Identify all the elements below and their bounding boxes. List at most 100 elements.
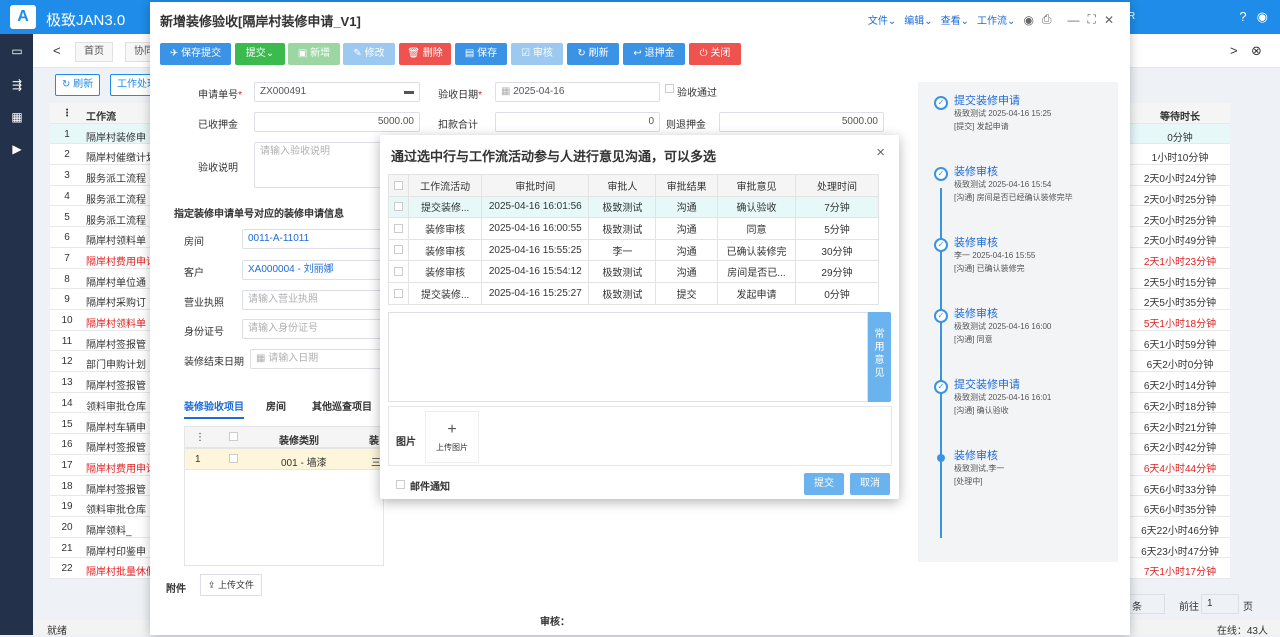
user-avatar-icon[interactable]: ◉ [1257, 9, 1268, 25]
table-row[interactable]: 21 隔岸村印鉴申 [50, 538, 160, 559]
table-row[interactable]: 17 隔岸村费用申请 [50, 455, 160, 476]
folder-icon[interactable]: ▬ [404, 83, 414, 101]
table-row[interactable]: 16 隔岸村签报管 [50, 434, 160, 455]
upload-file-button[interactable]: ⇪ 上传文件 [200, 574, 263, 596]
list-refresh-button[interactable]: ↻ 刷新 [55, 74, 101, 96]
tab-scroll-left-icon[interactable]: < [53, 43, 61, 58]
dialog-submit-button[interactable]: 提交 [804, 473, 844, 495]
table-row[interactable]: 4 服务派工流程 [50, 186, 160, 207]
table-row[interactable]: 18 隔岸村签报管 [50, 476, 160, 497]
row-checkbox[interactable] [394, 223, 404, 233]
table-row[interactable]: 19 领料审批仓库 [50, 496, 160, 517]
menu-workflow[interactable]: 工作流⌄ [977, 12, 1015, 27]
remark-textarea[interactable]: 请输入验收说明 [254, 142, 384, 188]
help-icon[interactable]: ? [1239, 9, 1246, 25]
approve-button[interactable]: ☑ 审核 [511, 43, 563, 65]
close-icon[interactable]: ✕ [1104, 13, 1114, 27]
table-row[interactable]: 14 领料审批仓库 [50, 393, 160, 414]
mail-checkbox[interactable] [396, 480, 405, 489]
delete-button[interactable]: 🗑 删除 [399, 43, 451, 65]
select-all-checkbox[interactable] [229, 432, 238, 441]
page-input[interactable]: 1 [1201, 594, 1239, 614]
edit-button[interactable]: ✎ 修改 [343, 43, 395, 65]
refund-field[interactable]: 5000.00 [719, 112, 884, 132]
deposit-field[interactable]: 5000.00 [254, 112, 420, 132]
eye-icon[interactable]: ◉ [1023, 13, 1033, 27]
table-row[interactable]: 20 隔岸领料_ [50, 517, 160, 538]
table-row[interactable]: 6 隔岸村领料单 [50, 227, 160, 248]
menu-edit[interactable]: 编辑⌄ [904, 12, 932, 27]
room-field[interactable]: 0011-A-11011 [242, 229, 382, 249]
tab-other-items[interactable]: 其他巡查项目 [312, 398, 372, 413]
row-no: 12 [61, 356, 73, 368]
table-row[interactable]: 9 隔岸村采购订 [50, 289, 160, 310]
tab-room[interactable]: 房间 [266, 398, 286, 413]
row-select-cell[interactable] [387, 195, 410, 219]
table-row[interactable]: 装修审核 2025-04-16 15:54:12 极致测试 沟通 房间是否已... 29分… [387, 260, 880, 283]
row-checkbox[interactable] [394, 245, 404, 255]
minimize-icon[interactable]: — [1068, 13, 1080, 27]
opinion-textarea[interactable] [388, 312, 868, 402]
row-checkbox[interactable] [394, 267, 404, 277]
row-select-cell[interactable] [387, 217, 410, 240]
table-row[interactable]: 11 隔岸村签报管 [50, 331, 160, 352]
dialog-close-icon[interactable]: × [876, 144, 885, 161]
flow-icon[interactable]: ⇶ [10, 78, 24, 92]
refund-deposit-button[interactable]: ↩ 退押金 [623, 43, 685, 65]
refresh-button[interactable]: ↻ 刷新 [567, 43, 619, 65]
grid-menu-icon[interactable]: ⋮ [195, 432, 205, 443]
table-row[interactable]: 13 隔岸村签报管 [50, 372, 160, 393]
table-row[interactable]: 5 服务派工流程 [50, 207, 160, 228]
upload-image-button[interactable]: + 上传图片 [425, 411, 479, 463]
tab-check-items[interactable]: 装修验收项目 [184, 398, 244, 419]
close-all-tabs-icon[interactable]: ⊗ [1251, 43, 1262, 59]
table-row[interactable]: 7 隔岸村费用申请 [50, 248, 160, 269]
dialog-cancel-button[interactable]: 取消 [850, 473, 890, 495]
select-all-cell[interactable] [387, 174, 410, 197]
select-all-checkbox[interactable] [394, 180, 404, 190]
submit-dropdown-button[interactable]: 提交⌄ [235, 43, 285, 65]
table-row[interactable]: 22 隔岸村批量休假 [50, 558, 160, 580]
play-icon[interactable]: ▶ [10, 142, 24, 156]
table-row[interactable]: 10 隔岸村领料单 [50, 310, 160, 331]
tab-scroll-right-icon[interactable]: > [1230, 43, 1238, 58]
table-row[interactable]: 3 服务派工流程 [50, 165, 160, 186]
table-row[interactable]: 15 隔岸村车辆申 [50, 414, 160, 435]
row-checkbox[interactable] [394, 288, 404, 298]
apply-no-field[interactable]: ZX000491 ▬ [254, 82, 420, 102]
menu-view[interactable]: 查看⌄ [941, 12, 969, 27]
calendar-icon[interactable]: ▦ [10, 110, 24, 124]
add-button[interactable]: ▣ 新增 [288, 43, 340, 65]
table-row[interactable]: 1 隔岸村装修申 [50, 123, 160, 145]
enddate-field[interactable]: ▦ 请输入日期 [250, 349, 382, 369]
table-row[interactable]: 8 隔岸村单位通 [50, 269, 160, 290]
deduct-field[interactable]: 0 [495, 112, 660, 132]
table-row[interactable]: 2 隔岸村催缴计划 [50, 144, 160, 166]
save-submit-button[interactable]: ✈ 保存提交 [160, 43, 231, 65]
page-size-select[interactable]: 条 [1127, 594, 1165, 614]
table-row[interactable]: 12 部门申购计划 [50, 351, 160, 373]
row-select-cell[interactable] [387, 260, 410, 283]
print-icon[interactable]: ⎙ [1042, 12, 1052, 27]
table-row[interactable]: 提交装修... 2025-04-16 16:01:56 极致测试 沟通 确认验收 7分钟 [387, 195, 880, 219]
table-row[interactable]: 提交装修... 2025-04-16 15:25:27 极致测试 提交 发起申请 0分钟 [387, 281, 880, 305]
common-opinion-button[interactable]: 常用意见 [868, 312, 891, 402]
table-row[interactable]: 装修审核 2025-04-16 16:00:55 极致测试 沟通 同意 5分钟 [387, 217, 880, 240]
check-date-field[interactable]: ▦ 2025-04-16 [495, 82, 660, 102]
row-checkbox[interactable] [229, 454, 238, 463]
customer-field[interactable]: XA000004 - 刘丽娜 [242, 260, 382, 280]
menu-file[interactable]: 文件⌄ [868, 12, 896, 27]
table-row[interactable]: 装修审核 2025-04-16 15:55:25 李一 沟通 已确认装修完 30分钟 [387, 238, 880, 262]
monitor-icon[interactable]: ▭ [10, 44, 24, 58]
idcard-field[interactable]: 请输入身份证号 [242, 319, 382, 339]
row-select-cell[interactable] [387, 238, 410, 262]
row-select-cell[interactable] [387, 281, 410, 305]
passed-checkbox[interactable] [665, 84, 674, 93]
maximize-icon[interactable]: ⛶ [1088, 12, 1096, 27]
table-row[interactable]: 1 001 - 墙漆 三 [184, 448, 384, 470]
tab-home[interactable]: 首页 [75, 42, 113, 62]
row-checkbox[interactable] [394, 202, 404, 212]
save-button[interactable]: ▤ 保存 [455, 43, 507, 65]
close-button[interactable]: ⏻ 关闭 [689, 43, 741, 65]
license-field[interactable]: 请输入营业执照 [242, 290, 382, 310]
